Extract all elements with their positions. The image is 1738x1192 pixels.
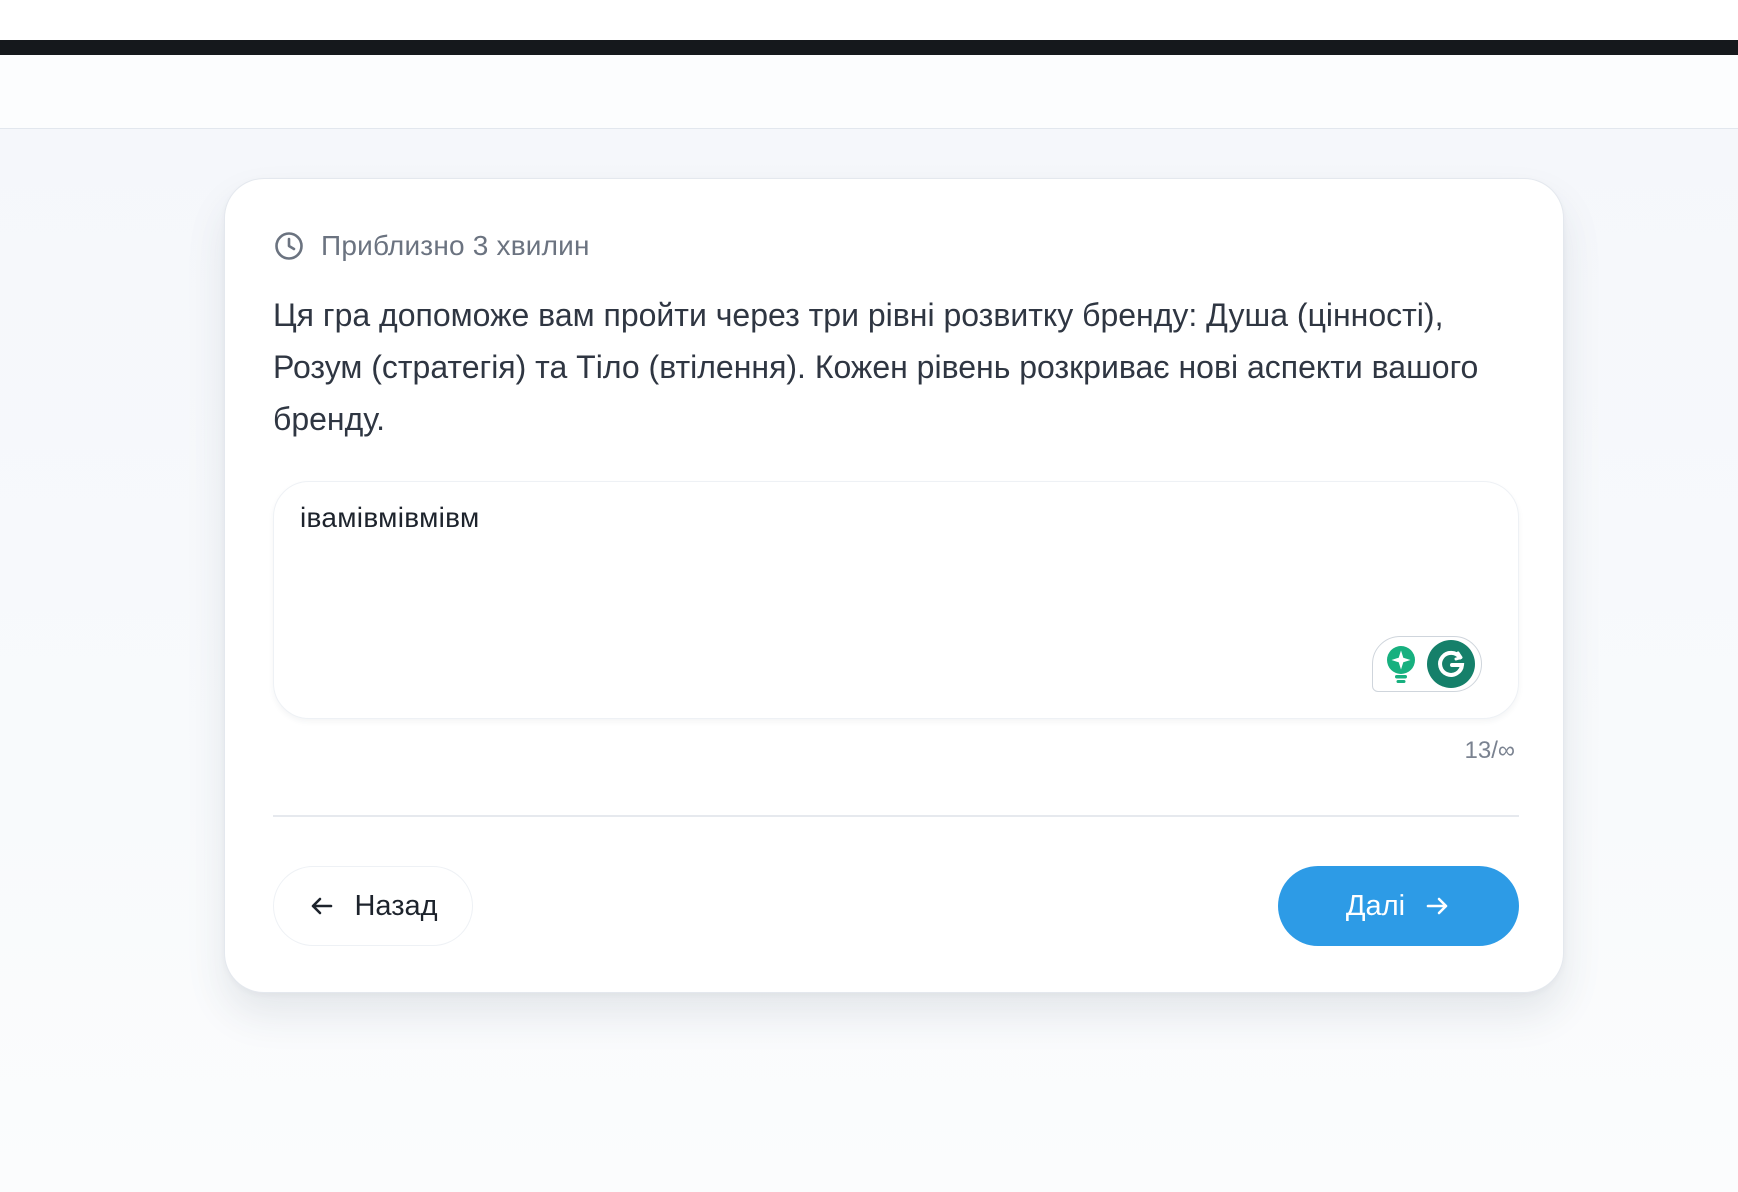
back-button-label: Назад <box>354 889 438 922</box>
answer-text-value[interactable]: івамівмівмівм <box>300 502 480 534</box>
clock-icon <box>273 230 305 262</box>
top-bar <box>0 40 1738 55</box>
duration-row: Приблизно 3 хвилин <box>273 229 590 263</box>
page-header <box>0 55 1738 129</box>
character-counter: 13/∞ <box>1464 737 1515 764</box>
lightbulb-icon[interactable] <box>1383 644 1419 684</box>
grammarly-widget[interactable] <box>1372 636 1482 692</box>
game-description: Ця гра допоможе вам пройти через три рів… <box>273 297 1479 437</box>
next-button[interactable]: Далі <box>1278 866 1519 946</box>
divider <box>273 815 1519 817</box>
grammarly-icon[interactable] <box>1427 640 1475 688</box>
back-button[interactable]: Назад <box>273 866 473 946</box>
game-intro-card: Приблизно 3 хвилин Ця гра допоможе вам п… <box>224 178 1564 993</box>
arrow-right-icon <box>1423 892 1451 920</box>
window-top-strip <box>0 0 1738 40</box>
arrow-left-icon <box>308 892 336 920</box>
duration-text: Приблизно 3 хвилин <box>321 230 590 261</box>
answer-textarea[interactable]: івамівмівмівм <box>273 481 1519 719</box>
next-button-label: Далі <box>1345 889 1406 922</box>
